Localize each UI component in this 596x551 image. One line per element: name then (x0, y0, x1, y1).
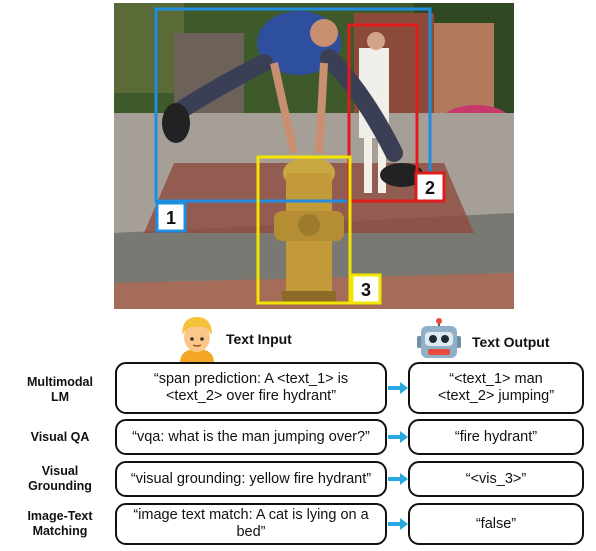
output-text-line: “fire hydrant” (454, 428, 538, 445)
output-text-line: “<text_1> man (449, 371, 543, 387)
input-box-visual-qa: “vqa: what is the man jumping over?” (115, 419, 387, 455)
row-label-line: Grounding (28, 479, 92, 493)
input-text-line: <text_2> over fire hydrant” (165, 388, 337, 404)
row-label-image-text-matching: Image-Text Matching (10, 504, 110, 544)
region-label-2: 2 (425, 178, 435, 198)
right-arrow-icon (388, 382, 408, 394)
output-box-multimodal-lm: “<text_1> man <text_2> jumping” (408, 362, 584, 414)
input-box-image-text-matching: “image text match: A cat is lying on a be… (115, 503, 387, 545)
region-label-1: 1 (166, 208, 176, 228)
input-text-line: “vqa: what is the man jumping over?” (132, 428, 370, 445)
row-label-line: Visual QA (30, 429, 90, 444)
row-label-line: Image-Text (27, 509, 93, 523)
region-label-3: 3 (361, 280, 371, 300)
input-text-line: “image text match: A cat is lying on a (133, 507, 369, 523)
row-label-visual-grounding: Visual Grounding (10, 462, 110, 496)
right-arrow-icon (388, 518, 408, 530)
output-text-line: <text_2> jumping” (437, 388, 555, 404)
row-label-line: LM (50, 390, 70, 404)
row-label-multimodal-lm: Multimodal LM (10, 368, 110, 412)
row-label-line: Matching (32, 524, 88, 538)
input-text-line: “visual grounding: yellow fire hydrant” (130, 470, 372, 487)
input-text-line: “span prediction: A <text_1> is (153, 371, 349, 387)
output-box-image-text-matching: “false” (408, 503, 584, 545)
output-text-line: “false” (475, 515, 517, 532)
row-label-line: Multimodal (27, 375, 93, 389)
input-text-line: bed” (236, 524, 266, 540)
scene-photo: 1 2 3 (114, 3, 514, 309)
row-label-line: Visual (41, 464, 79, 478)
input-box-multimodal-lm: “span prediction: A <text_1> is <text_2> … (115, 362, 387, 414)
robot-emoji-icon (417, 318, 461, 358)
text-input-header: Text Input (226, 331, 292, 347)
right-arrow-icon (388, 431, 408, 443)
output-text-line: “<vis_3>” (465, 470, 527, 487)
right-arrow-icon (388, 473, 408, 485)
input-box-visual-grounding: “visual grounding: yellow fire hydrant” (115, 461, 387, 497)
person-emoji-icon (180, 317, 214, 363)
output-box-visual-grounding: “<vis_3>” (408, 461, 584, 497)
row-label-visual-qa: Visual QA (10, 420, 110, 454)
text-output-header: Text Output (472, 334, 550, 350)
output-box-visual-qa: “fire hydrant” (408, 419, 584, 455)
